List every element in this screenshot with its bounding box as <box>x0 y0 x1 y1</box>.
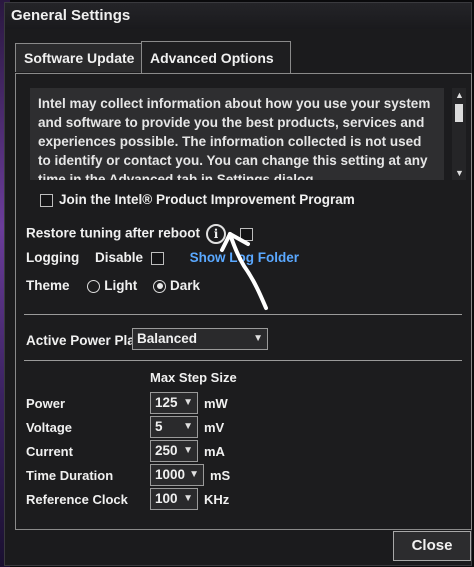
scroll-down-icon[interactable]: ▼ <box>455 168 464 178</box>
chevron-down-icon: ▼ <box>253 333 263 344</box>
chevron-down-icon: ▼ <box>183 445 193 456</box>
chevron-down-icon: ▼ <box>183 493 193 504</box>
current-label: Current <box>26 444 73 459</box>
improvement-program-checkbox[interactable] <box>40 193 53 207</box>
chevron-down-icon: ▼ <box>183 397 193 408</box>
current-unit: mA <box>204 444 225 459</box>
theme-dark-radio[interactable] <box>153 279 167 293</box>
restore-tuning-label: Restore tuning after reboot <box>26 225 201 241</box>
section-divider-2 <box>24 360 462 361</box>
power-step-value: 125 <box>155 395 178 410</box>
voltage-label: Voltage <box>26 420 72 435</box>
chevron-down-icon: ▼ <box>189 469 199 480</box>
time-duration-step-dropdown[interactable]: 1000 ▼ <box>150 464 204 486</box>
time-duration-unit: mS <box>210 468 231 483</box>
power-plan-dropdown[interactable]: Balanced ▼ <box>132 328 268 350</box>
current-step-dropdown[interactable]: 250 ▼ <box>150 440 198 462</box>
max-step-size-header: Max Step Size <box>150 370 237 385</box>
time-duration-step-value: 1000 <box>155 467 186 482</box>
power-label: Power <box>26 396 66 411</box>
privacy-notice-text: Intel may collect information about how … <box>30 88 444 180</box>
voltage-step-dropdown[interactable]: 5 ▼ <box>150 416 198 438</box>
power-plan-label: Active Power Plan <box>26 333 144 348</box>
tab-advanced-options[interactable]: Advanced Options <box>141 41 291 74</box>
theme-row: Theme Light Dark <box>26 278 200 293</box>
power-step-dropdown[interactable]: 125 ▼ <box>150 392 198 414</box>
reference-clock-step-dropdown[interactable]: 100 ▼ <box>150 488 198 510</box>
theme-light-label: Light <box>104 278 138 293</box>
chevron-down-icon: ▼ <box>183 421 193 432</box>
logging-disable-label: Disable <box>95 250 144 265</box>
reference-clock-unit: KHz <box>204 492 230 507</box>
scroll-up-icon[interactable]: ▲ <box>455 90 464 100</box>
voltage-unit: mV <box>204 420 225 435</box>
logging-disable-checkbox[interactable] <box>150 251 164 265</box>
window-title: General Settings <box>11 7 131 24</box>
current-step-value: 250 <box>155 443 178 458</box>
section-divider <box>24 314 462 315</box>
voltage-step-value: 5 <box>155 419 163 434</box>
close-button[interactable]: Close <box>393 531 471 561</box>
tab-software-update[interactable]: Software Update <box>15 43 145 72</box>
power-unit: mW <box>204 396 228 411</box>
reference-clock-step-value: 100 <box>155 491 178 506</box>
logging-label: Logging <box>26 250 80 265</box>
power-plan-value: Balanced <box>137 331 198 346</box>
theme-light-radio[interactable] <box>87 279 101 293</box>
reference-clock-label: Reference Clock <box>26 492 128 507</box>
theme-label: Theme <box>26 278 70 293</box>
improvement-program-label: Join the Intel® Product Improvement Prog… <box>59 192 355 207</box>
hand-drawn-arrow-annotation <box>220 232 268 310</box>
improvement-program-row: Join the Intel® Product Improvement Prog… <box>40 192 355 207</box>
privacy-notice-scrollbar[interactable]: ▲ ▼ <box>452 88 466 180</box>
scroll-thumb[interactable] <box>455 104 463 122</box>
theme-dark-label: Dark <box>170 278 201 293</box>
time-duration-label: Time Duration <box>26 468 114 483</box>
title-bar: General Settings <box>5 3 471 29</box>
